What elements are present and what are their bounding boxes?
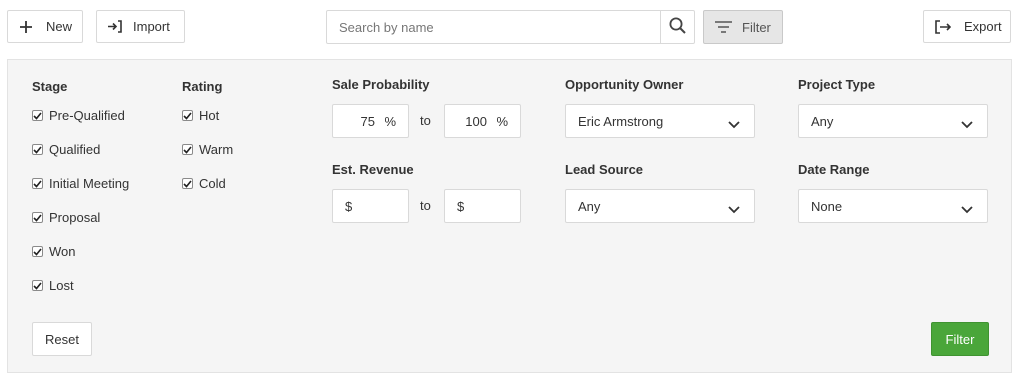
search-box (326, 10, 695, 44)
import-icon (108, 20, 122, 33)
search-input[interactable] (327, 11, 660, 43)
currency-symbol: $ (345, 198, 353, 214)
range-to-label: to (420, 198, 431, 213)
checkbox-checked-icon (32, 280, 43, 291)
checkbox-checked-icon (182, 144, 193, 155)
checkbox-checked-icon (32, 110, 43, 121)
new-button[interactable]: New (7, 10, 83, 43)
stage-heading: Stage (32, 79, 68, 94)
plus-icon (20, 20, 32, 33)
export-icon (935, 19, 951, 34)
checkbox-checked-icon (32, 144, 43, 155)
filter-toggle-button[interactable]: Filter (703, 10, 783, 44)
filter-toggle-label: Filter (742, 19, 771, 35)
stage-checkbox-pre-qualified[interactable]: Pre-Qualified (32, 108, 125, 123)
chevron-down-icon (961, 117, 973, 132)
export-button-label: Export (964, 19, 1002, 34)
stage-label: Lost (49, 278, 74, 293)
filter-panel: Stage Pre-Qualified Qualified Initial Me… (7, 59, 1012, 373)
checkbox-checked-icon (32, 212, 43, 223)
stage-checkbox-lost[interactable]: Lost (32, 278, 74, 293)
est-revenue-heading: Est. Revenue (332, 162, 414, 177)
stage-label: Proposal (49, 210, 101, 225)
date-range-heading: Date Range (798, 162, 870, 177)
search-button[interactable] (660, 11, 694, 43)
rating-label: Warm (199, 142, 234, 157)
import-button-label: Import (133, 19, 170, 34)
checkbox-checked-icon (182, 178, 193, 189)
checkbox-checked-icon (32, 178, 43, 189)
opportunity-owner-select[interactable]: Eric Armstrong (565, 104, 755, 138)
reset-button[interactable]: Reset (32, 322, 92, 356)
rating-checkbox-warm[interactable]: Warm (182, 142, 233, 157)
sale-probability-to-input[interactable]: 100 % (444, 104, 521, 138)
checkbox-checked-icon (182, 110, 193, 121)
sale-probability-from-value: 75 (360, 113, 375, 129)
lead-source-value: Any (578, 198, 601, 214)
stage-checkbox-initial-meeting[interactable]: Initial Meeting (32, 176, 129, 191)
range-to-label: to (420, 113, 431, 128)
chevron-down-icon (961, 202, 973, 217)
stage-label: Won (49, 244, 76, 259)
date-range-select[interactable]: None (798, 189, 988, 223)
new-button-label: New (46, 19, 73, 34)
stage-checkbox-proposal[interactable]: Proposal (32, 210, 100, 225)
chevron-down-icon (728, 117, 740, 132)
opportunity-owner-heading: Opportunity Owner (565, 77, 684, 92)
stage-label: Initial Meeting (49, 176, 130, 191)
rating-checkbox-cold[interactable]: Cold (182, 176, 226, 191)
apply-filter-button[interactable]: Filter (931, 322, 989, 356)
opportunity-owner-value: Eric Armstrong (578, 113, 664, 129)
est-revenue-to-input[interactable]: $ (444, 189, 521, 223)
project-type-value: Any (811, 113, 834, 129)
percent-unit: % (496, 113, 508, 129)
percent-unit: % (384, 113, 396, 129)
rating-label: Hot (199, 108, 220, 123)
stage-label: Pre-Qualified (49, 108, 125, 123)
currency-symbol: $ (457, 198, 465, 214)
sale-probability-from-input[interactable]: 75 % (332, 104, 409, 138)
rating-heading: Rating (182, 79, 223, 94)
search-icon (669, 17, 686, 37)
rating-label: Cold (199, 176, 226, 191)
import-button[interactable]: Import (96, 10, 185, 43)
checkbox-checked-icon (32, 246, 43, 257)
rating-checkbox-hot[interactable]: Hot (182, 108, 219, 123)
stage-label: Qualified (49, 142, 101, 157)
sale-probability-heading: Sale Probability (332, 77, 430, 92)
lead-source-heading: Lead Source (565, 162, 644, 177)
stage-checkbox-qualified[interactable]: Qualified (32, 142, 100, 157)
stage-checkbox-won[interactable]: Won (32, 244, 76, 259)
chevron-down-icon (728, 202, 740, 217)
date-range-value: None (811, 198, 843, 214)
filter-icon (715, 21, 732, 33)
project-type-select[interactable]: Any (798, 104, 988, 138)
sale-probability-to-value: 100 (465, 113, 487, 129)
lead-source-select[interactable]: Any (565, 189, 755, 223)
export-button[interactable]: Export (923, 10, 1011, 43)
project-type-heading: Project Type (798, 77, 876, 92)
est-revenue-from-input[interactable]: $ (332, 189, 409, 223)
